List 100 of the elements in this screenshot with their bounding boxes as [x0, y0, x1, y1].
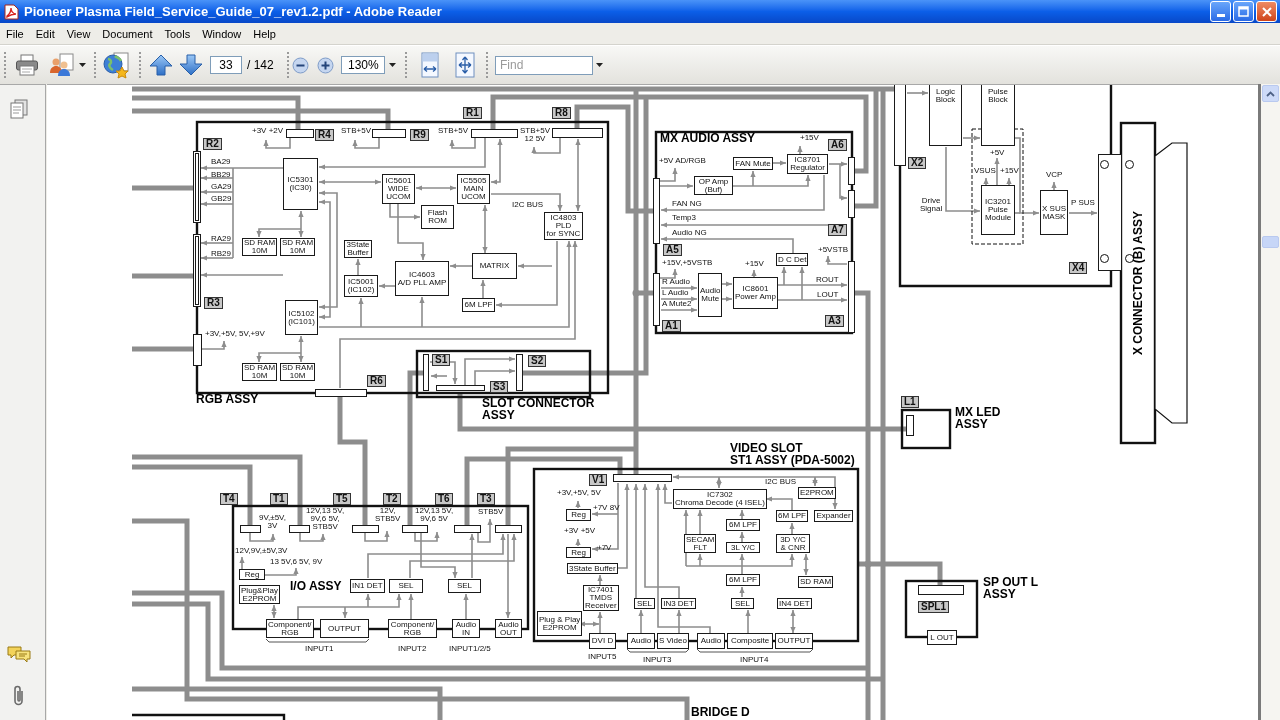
- circuit-block: Component/ RGB: [266, 619, 314, 638]
- circuit-block: Reg: [239, 569, 265, 580]
- diagram-label: R Audio: [662, 278, 691, 286]
- hole-icon: [1099, 159, 1109, 169]
- signal-arrow: [660, 285, 698, 291]
- connector-tag: X2: [908, 157, 927, 169]
- close-button[interactable]: [1256, 1, 1277, 22]
- pages-button[interactable]: [8, 98, 30, 120]
- assembly-title: SP OUT L ASSY: [983, 576, 1039, 600]
- fit-width-icon: [419, 52, 441, 78]
- assembly-title: MX LED ASSY: [955, 406, 1001, 430]
- menu-item[interactable]: File: [0, 23, 30, 44]
- signal-arrow: [463, 593, 469, 620]
- diagram-label: INPUT4: [740, 656, 769, 664]
- connector-tag: R8: [552, 107, 571, 119]
- signal-arrow: [575, 500, 581, 509]
- circuit-block: 3D Y/C & CNR: [776, 534, 810, 553]
- pages-icon: [10, 99, 28, 119]
- diagram-label: 12V,9V,±5V,3V: [235, 547, 288, 555]
- circuit-block: Reg: [566, 509, 591, 521]
- diagram-label: STB5V: [478, 508, 504, 516]
- circuit-block: Logic Block: [929, 85, 962, 146]
- scroll-up-button[interactable]: [1262, 85, 1279, 102]
- diagram-label: +15V: [1000, 167, 1019, 175]
- menu-item[interactable]: Tools: [158, 23, 197, 44]
- signal-arrow: [906, 90, 929, 96]
- diagram-label: 12V,13 5V, 9V,6 5V: [415, 507, 454, 523]
- circuit-block: Audio Mute: [698, 273, 723, 317]
- page-number-field[interactable]: 33: [210, 56, 242, 74]
- maximize-icon: [1238, 6, 1249, 17]
- circuit-block: SEL: [634, 598, 655, 609]
- signal-arrow: [200, 240, 234, 246]
- circuit-block: Audio IN: [452, 619, 480, 638]
- menu-item[interactable]: View: [60, 23, 97, 44]
- collaborate-button[interactable]: [48, 51, 76, 79]
- circuit-block: Expander: [814, 510, 853, 522]
- connector-tag: SPL1: [918, 601, 949, 613]
- minimize-button[interactable]: [1210, 1, 1231, 22]
- circuit-block: X SUS MASK: [1040, 190, 1068, 235]
- circuit-block: SD RAM: [798, 576, 834, 588]
- circuit-block: FAN Mute: [733, 157, 773, 170]
- connector-tag: A6: [828, 139, 847, 151]
- menu-item[interactable]: Edit: [29, 23, 61, 44]
- circuit-block: IN4 DET: [777, 598, 812, 609]
- zoom-out-button[interactable]: [292, 56, 309, 74]
- circuit-block: 6M LPF: [726, 519, 760, 531]
- circuit-block: 3State Buffer: [344, 240, 372, 258]
- web-services-button[interactable]: [101, 50, 131, 80]
- fit-page-button[interactable]: [452, 51, 478, 79]
- diagram-label: GA29: [211, 183, 232, 191]
- circuit-block: 3L Y/C: [726, 542, 760, 553]
- circuit-block: IC8701 Regulator: [787, 154, 828, 174]
- diagram-label: +3V +2V: [252, 127, 284, 135]
- find-field[interactable]: Find: [495, 55, 593, 75]
- zoom-in-icon: [317, 56, 334, 74]
- scrollbar-thumb[interactable]: [1262, 236, 1279, 248]
- connector-tag: V1: [589, 474, 608, 486]
- circuit-block: DVI D: [589, 633, 616, 649]
- minimize-icon: [1216, 14, 1225, 17]
- assembly-frame: [900, 408, 952, 450]
- zoom-field[interactable]: 130%: [341, 56, 385, 74]
- circuit-block: Pulse Block: [981, 85, 1015, 146]
- circuit-block: 6M LPF: [776, 510, 808, 522]
- connector-strip: [372, 129, 406, 138]
- connector-tag: A3: [825, 315, 844, 327]
- connector-tag: X4: [1069, 262, 1088, 274]
- speech-bubbles-icon: [7, 645, 31, 663]
- circuit-block: Reg: [566, 547, 591, 558]
- circuit-block: Component/ RGB: [388, 619, 437, 638]
- previous-page-button[interactable]: [149, 53, 173, 77]
- connector-tag: S3: [490, 381, 509, 393]
- diagram-label: +7V: [597, 544, 612, 552]
- arrow-up-icon: [149, 54, 173, 76]
- circuit-block: SEL: [731, 598, 754, 609]
- print-button[interactable]: [13, 51, 41, 79]
- circuit-block: SD RAM 10M: [280, 363, 316, 381]
- comments-button[interactable]: [6, 643, 32, 665]
- next-page-button[interactable]: [179, 53, 203, 77]
- arrow-down-icon: [179, 54, 203, 76]
- people-icon: [49, 53, 75, 77]
- printer-icon: [15, 54, 39, 76]
- menu-item[interactable]: Window: [196, 23, 248, 44]
- menu-item[interactable]: Document: [96, 23, 159, 44]
- signal-arrow: [200, 255, 234, 261]
- circuit-block: OUTPUT: [320, 619, 369, 638]
- menu-item[interactable]: Help: [247, 23, 282, 44]
- diagram-label: Temp3: [672, 214, 696, 222]
- connector-strip: [193, 151, 201, 223]
- circuit-block: Audio: [697, 633, 725, 649]
- diagram-label: INPUT5: [588, 653, 617, 661]
- diagram-label: INPUT3: [643, 656, 672, 664]
- connector-strip: [436, 385, 485, 391]
- chevron-up-icon: [1266, 90, 1275, 97]
- assembly-title: RGB ASSY: [196, 393, 259, 405]
- assembly-title: SLOT CONNECTOR ASSY: [482, 397, 595, 421]
- zoom-in-button[interactable]: [317, 56, 334, 74]
- connector-tag: T1: [270, 493, 288, 505]
- connector-strip: [495, 525, 522, 533]
- connector-strip: [918, 585, 964, 595]
- maximize-button[interactable]: [1233, 1, 1254, 22]
